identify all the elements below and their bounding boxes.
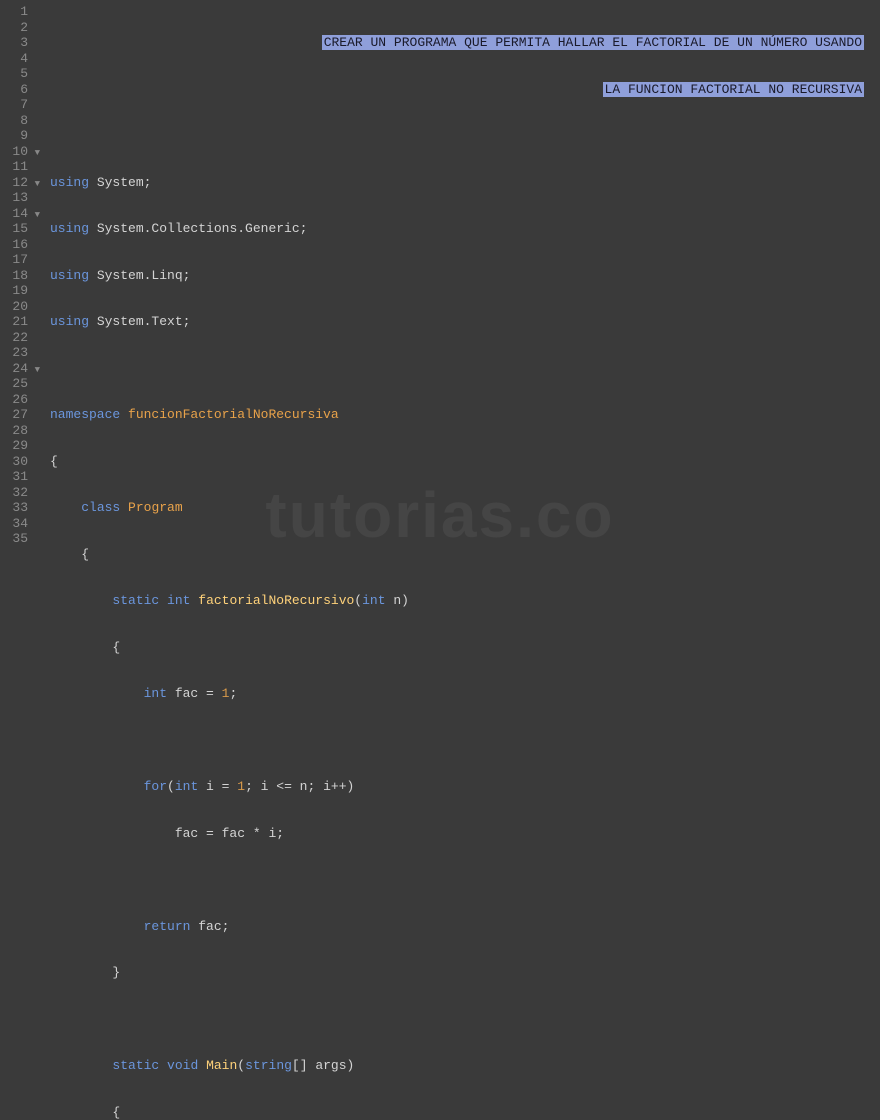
code-content[interactable]: CREAR UN PROGRAMA QUE PERMITA HALLAR EL … [32,4,880,560]
code-line [50,872,880,888]
line-number: 20 [0,299,28,315]
code-line: { [50,1105,880,1120]
code-line: class Program [50,500,880,516]
line-number: 35 [0,531,28,547]
line-number: 22 [0,330,28,346]
line-number: 27 [0,407,28,423]
line-number: 4 [0,51,28,67]
line-number: 9 [0,128,28,144]
code-line: } [50,965,880,981]
line-number: 1 [0,4,28,20]
code-line: { [50,454,880,470]
code-line: return fac; [50,919,880,935]
line-number: 29 [0,438,28,454]
line-number: 14▼ [0,206,28,222]
line-number: 15 [0,221,28,237]
code-line: using System.Linq; [50,268,880,284]
line-number: 31 [0,469,28,485]
code-line [50,1012,880,1028]
line-number: 33 [0,500,28,516]
line-number: 6 [0,82,28,98]
selection-highlight: LA FUNCION FACTORIAL NO RECURSIVA [603,82,864,97]
line-number: 17 [0,252,28,268]
code-line [50,361,880,377]
line-number: 28 [0,423,28,439]
line-number: 13 [0,190,28,206]
line-number: 25 [0,376,28,392]
line-number: 10▼ [0,144,28,160]
line-number: 3 [0,35,28,51]
code-line: fac = fac * i; [50,826,880,842]
code-line: using System.Collections.Generic; [50,221,880,237]
line-number: 7 [0,97,28,113]
line-number: 23 [0,345,28,361]
selection-highlight: CREAR UN PROGRAMA QUE PERMITA HALLAR EL … [322,35,864,50]
line-number: 30 [0,454,28,470]
line-number: 2 [0,20,28,36]
code-line: static int factorialNoRecursivo(int n) [50,593,880,609]
code-line: { [50,640,880,656]
line-number: 5 [0,66,28,82]
line-gutter: 1 2 3 4 5 6 7 8 9 10▼ 11 12▼ 13 14▼ 15 1… [0,4,32,560]
code-editor[interactable]: 1 2 3 4 5 6 7 8 9 10▼ 11 12▼ 13 14▼ 15 1… [0,0,880,560]
line-number: 16 [0,237,28,253]
code-line: for(int i = 1; i <= n; i++) [50,779,880,795]
line-number: 8 [0,113,28,129]
code-line [50,128,880,144]
line-number: 19 [0,283,28,299]
code-line: namespace funcionFactorialNoRecursiva [50,407,880,423]
code-line: static void Main(string[] args) [50,1058,880,1074]
line-number: 32 [0,485,28,501]
line-number: 21 [0,314,28,330]
code-line: using System.Text; [50,314,880,330]
code-line: LA FUNCION FACTORIAL NO RECURSIVA [50,82,880,98]
line-number: 18 [0,268,28,284]
line-number: 34 [0,516,28,532]
code-line: using System; [50,175,880,191]
line-number: 11 [0,159,28,175]
line-number: 26 [0,392,28,408]
line-number: 12▼ [0,175,28,191]
code-line: CREAR UN PROGRAMA QUE PERMITA HALLAR EL … [50,35,880,51]
line-number: 24▼ [0,361,28,377]
code-line: int fac = 1; [50,686,880,702]
code-line [50,733,880,749]
